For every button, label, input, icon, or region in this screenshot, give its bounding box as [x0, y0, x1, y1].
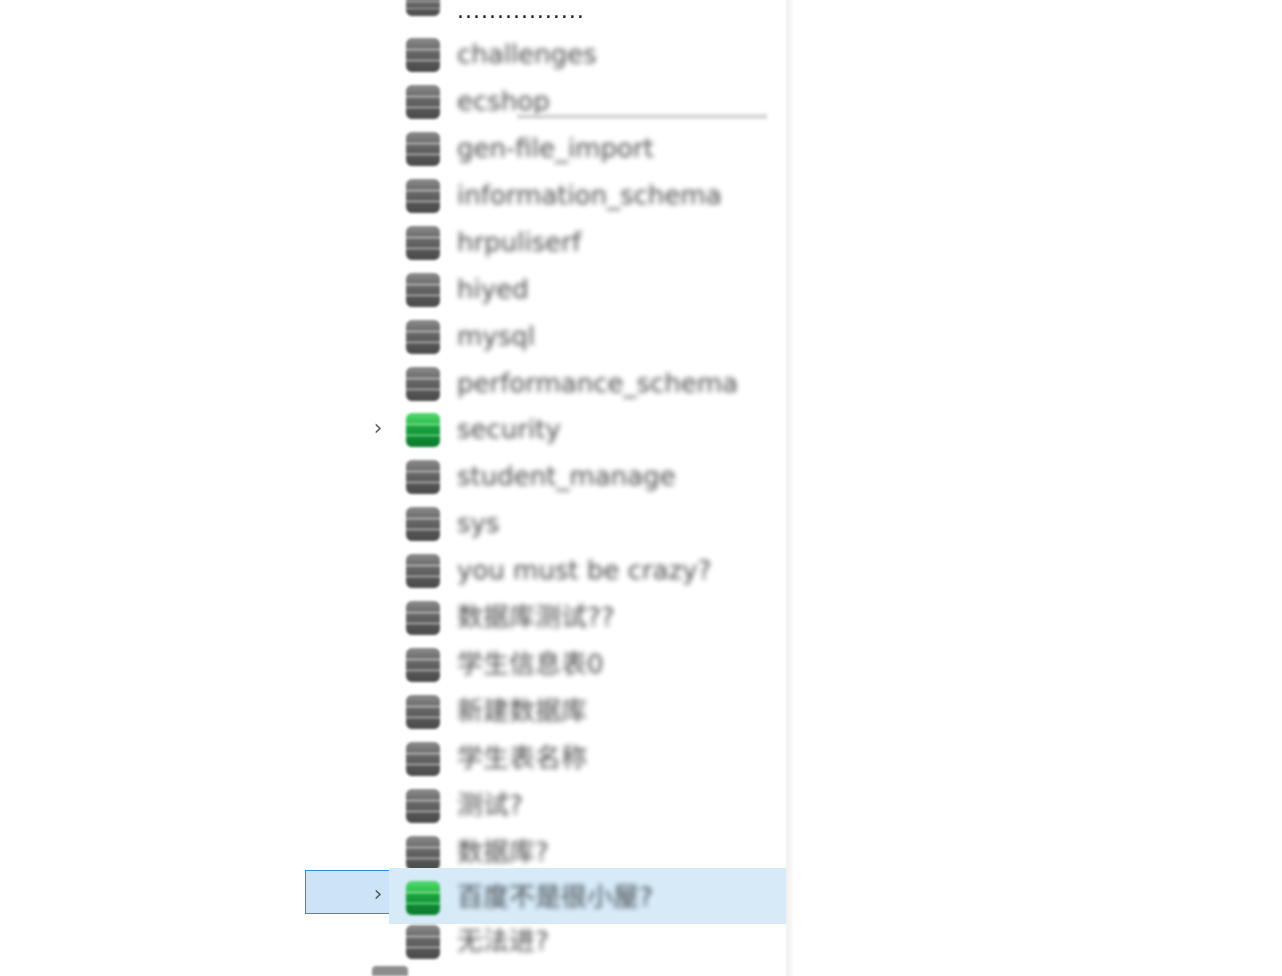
tree-item-label: 数据库测试??: [457, 603, 615, 633]
database-open-icon: [406, 881, 440, 915]
tree-item-label: student_manage: [457, 462, 676, 492]
partial-item-icon: [372, 966, 408, 976]
tree-item-cjk-4[interactable]: 学生表名称: [305, 735, 788, 781]
tree-item-information-schema[interactable]: information_schema: [305, 172, 788, 218]
tree-item-label: information_schema: [457, 181, 722, 211]
tree-item-sys[interactable]: sys: [305, 500, 788, 546]
tree-item-label: 新建数据库: [457, 697, 588, 727]
tree-item-label: mysql: [457, 322, 535, 352]
tree-item-cjk-8[interactable]: 无法进?: [305, 918, 788, 964]
database-icon: [406, 601, 440, 635]
screen: ................ challenges ecshop gen-f…: [0, 0, 1282, 976]
tree-item-label: gen-file_import: [457, 134, 654, 164]
tree-item-gen-file-import[interactable]: gen-file_import: [305, 125, 788, 171]
tree-item-you-must-be-crazy[interactable]: you must be crazy?: [305, 547, 788, 593]
object-browser-tree[interactable]: ................ challenges ecshop gen-f…: [305, 0, 790, 976]
database-icon: [406, 367, 440, 401]
tree-item-hrpuliserf[interactable]: hrpuliserf: [305, 219, 788, 265]
database-icon: [406, 836, 440, 870]
tree-item-label: ecshop: [457, 87, 550, 117]
tree-item-label: 学生表名称: [457, 744, 588, 774]
database-open-icon: [406, 413, 440, 447]
tree-item-hiyed[interactable]: hiyed: [305, 266, 788, 312]
tree-item-label: 测试?: [457, 791, 523, 821]
tree-item-student-manage[interactable]: student_manage: [305, 453, 788, 499]
tree-item-challenges[interactable]: challenges: [305, 31, 788, 77]
tree-item-ecshop[interactable]: ecshop: [305, 78, 788, 124]
database-icon: [406, 742, 440, 776]
database-icon: [406, 132, 440, 166]
tree-item-label: challenges: [457, 40, 597, 70]
tree-item-cjk-2[interactable]: 学生信息表0: [305, 641, 788, 687]
panel-splitter[interactable]: [786, 0, 794, 976]
tree-item-mysql[interactable]: mysql: [305, 313, 788, 359]
database-icon: [406, 695, 440, 729]
tree-item-label: hiyed: [457, 275, 529, 305]
tree-item-cjk-1[interactable]: 数据库测试??: [305, 594, 788, 640]
database-icon: [406, 554, 440, 588]
database-icon: [406, 85, 440, 119]
tree-item-performance-schema[interactable]: performance_schema: [305, 360, 788, 406]
database-icon: [406, 179, 440, 213]
tree-item-label: 百度不是很小屋?: [457, 883, 653, 913]
hover-underline: [517, 114, 767, 119]
tree-item-selected[interactable]: › 百度不是很小屋?: [305, 868, 788, 924]
tree-item-cjk-3[interactable]: 新建数据库: [305, 688, 788, 734]
chevron-right-icon[interactable]: ›: [369, 884, 387, 906]
database-icon: [406, 648, 440, 682]
database-icon: [406, 460, 440, 494]
tree-item-label: sys: [457, 509, 500, 539]
database-icon: [406, 0, 440, 16]
tree-item-label: performance_schema: [457, 369, 739, 399]
database-icon: [406, 38, 440, 72]
database-icon: [406, 925, 440, 959]
chevron-right-icon[interactable]: ›: [369, 418, 387, 440]
tree-item-label: hrpuliserf: [457, 228, 581, 258]
tree-item-label: 无法进?: [457, 927, 549, 957]
database-icon: [406, 273, 440, 307]
database-icon: [406, 226, 440, 260]
database-icon: [406, 320, 440, 354]
tree-item-security[interactable]: › security: [305, 406, 788, 452]
tree-item-label: 数据库?: [457, 838, 549, 868]
database-icon: [406, 507, 440, 541]
tree-item-label: security: [457, 415, 561, 445]
tree-item-cjk-5[interactable]: 测试?: [305, 782, 788, 828]
tree-item-label: you must be crazy?: [457, 556, 712, 586]
tree-item-label: ................: [457, 0, 585, 24]
database-icon: [406, 789, 440, 823]
tree-item-label: 学生信息表0: [457, 650, 604, 680]
